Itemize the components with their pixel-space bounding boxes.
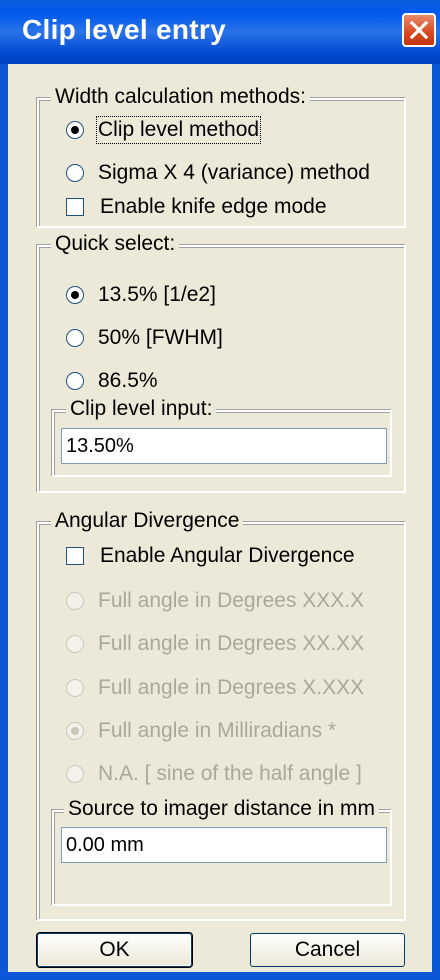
radio-degrees-xxx-x[interactable]: Full angle in Degrees XXX.X [66, 586, 364, 616]
checkbox-label: Enable knife edge mode [100, 195, 327, 218]
radio-button[interactable] [66, 372, 84, 390]
window-frame-bottom [0, 972, 440, 980]
window-frame-left [0, 64, 8, 980]
radio-button[interactable] [66, 121, 84, 139]
option-label: 50% [FWHM] [98, 326, 223, 349]
option-label: 86.5% [98, 369, 158, 392]
distance-input[interactable]: 0.00 mm [61, 827, 387, 863]
clip-level-input[interactable]: 13.50% [61, 428, 387, 464]
option-label: Full angle in Milliradians * [98, 719, 337, 742]
radio-button[interactable] [66, 765, 84, 783]
close-button[interactable] [402, 13, 436, 47]
dialog-window: Clip level entry Width calculation metho… [0, 0, 440, 980]
quick-select-legend: Quick select: [51, 232, 180, 256]
radio-selected-dot [71, 727, 79, 735]
clip-input-legend: Clip level input: [66, 397, 217, 421]
radio-milliradians[interactable]: Full angle in Milliradians * [66, 716, 336, 746]
radio-degrees-xx-xx[interactable]: Full angle in Degrees XX.XX [66, 629, 364, 659]
radio-quick-50[interactable]: 50% [FWHM] [66, 323, 223, 353]
radio-button[interactable] [66, 164, 84, 182]
radio-selected-dot [71, 126, 79, 134]
checkbox[interactable] [66, 547, 84, 565]
radio-selected-dot [71, 291, 79, 299]
radio-button[interactable] [66, 329, 84, 347]
width-methods-legend: Width calculation methods: [51, 85, 310, 109]
title-bar[interactable]: Clip level entry [0, 0, 440, 64]
window-frame-right [432, 64, 440, 980]
cancel-button[interactable]: Cancel [250, 933, 405, 967]
angular-divergence-legend: Angular Divergence [51, 509, 244, 533]
checkbox-enable-angular[interactable]: Enable Angular Divergence [66, 541, 355, 571]
radio-button[interactable] [66, 722, 84, 740]
radio-button[interactable] [66, 592, 84, 610]
option-label: Full angle in Degrees X.XXX [98, 676, 365, 699]
close-icon [409, 20, 429, 40]
radio-button[interactable] [66, 679, 84, 697]
distance-legend: Source to imager distance in mm [64, 797, 379, 821]
window-title: Clip level entry [22, 14, 226, 45]
radio-button[interactable] [66, 635, 84, 653]
option-label: N.A. [ sine of the half angle ] [98, 762, 362, 785]
checkbox-label: Enable Angular Divergence [100, 544, 355, 567]
radio-degrees-x-xxx[interactable]: Full angle in Degrees X.XXX [66, 673, 364, 703]
checkbox-knife-edge[interactable]: Enable knife edge mode [66, 192, 327, 222]
option-label: Full angle in Degrees XX.XX [98, 632, 365, 655]
option-label: Clip level method [95, 116, 262, 144]
radio-sigma-method[interactable]: Sigma X 4 (variance) method [66, 158, 370, 188]
option-label: 13.5% [1/e2] [98, 283, 216, 306]
checkbox[interactable] [66, 198, 84, 216]
radio-numerical-aperture[interactable]: N.A. [ sine of the half angle ] [66, 759, 362, 789]
ok-button[interactable]: OK [37, 933, 192, 967]
radio-button[interactable] [66, 286, 84, 304]
radio-quick-86-5[interactable]: 86.5% [66, 366, 158, 396]
radio-quick-13-5[interactable]: 13.5% [1/e2] [66, 280, 216, 310]
option-label: Full angle in Degrees XXX.X [98, 589, 365, 612]
radio-clip-level-method[interactable]: Clip level method [66, 115, 262, 145]
option-label: Sigma X 4 (variance) method [98, 161, 370, 184]
